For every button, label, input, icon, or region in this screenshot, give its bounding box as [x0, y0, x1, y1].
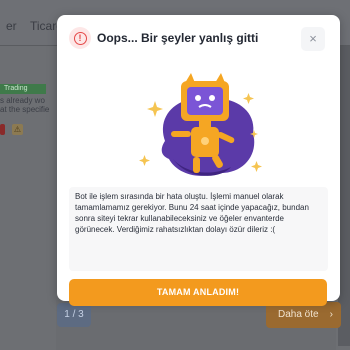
- error-icon: !: [69, 27, 91, 49]
- error-modal: ! Oops... Bir şeyler yanlış gitti × Bot …: [57, 15, 340, 306]
- robot-head: [181, 73, 229, 121]
- error-message: Bot ile işlem sırasında bir hata oluştu.…: [69, 187, 328, 271]
- pager-indicator: 1 / 3: [57, 303, 91, 327]
- background-note-line: s already wo: [0, 96, 45, 105]
- warning-chip-icon: ⚠: [12, 124, 23, 135]
- robot-chest-light: [201, 137, 209, 145]
- background-chip: [0, 124, 5, 135]
- modal-header: ! Oops... Bir şeyler yanlış gitti ×: [57, 15, 340, 61]
- modal-title: Oops... Bir şeyler yanlış gitti: [97, 31, 259, 45]
- next-button-label: Daha öte: [278, 309, 319, 320]
- background-note-line: at the specifie: [0, 105, 50, 114]
- confirm-button[interactable]: TAMAM ANLADIM!: [69, 279, 327, 306]
- background-tab: er: [6, 19, 17, 33]
- background-note: s already wo at the specifie: [0, 96, 49, 114]
- robot-illustration: [139, 73, 262, 176]
- close-button[interactable]: ×: [301, 27, 325, 51]
- chevron-right-icon: ›: [329, 309, 333, 320]
- status-badge: Trading: [0, 84, 46, 94]
